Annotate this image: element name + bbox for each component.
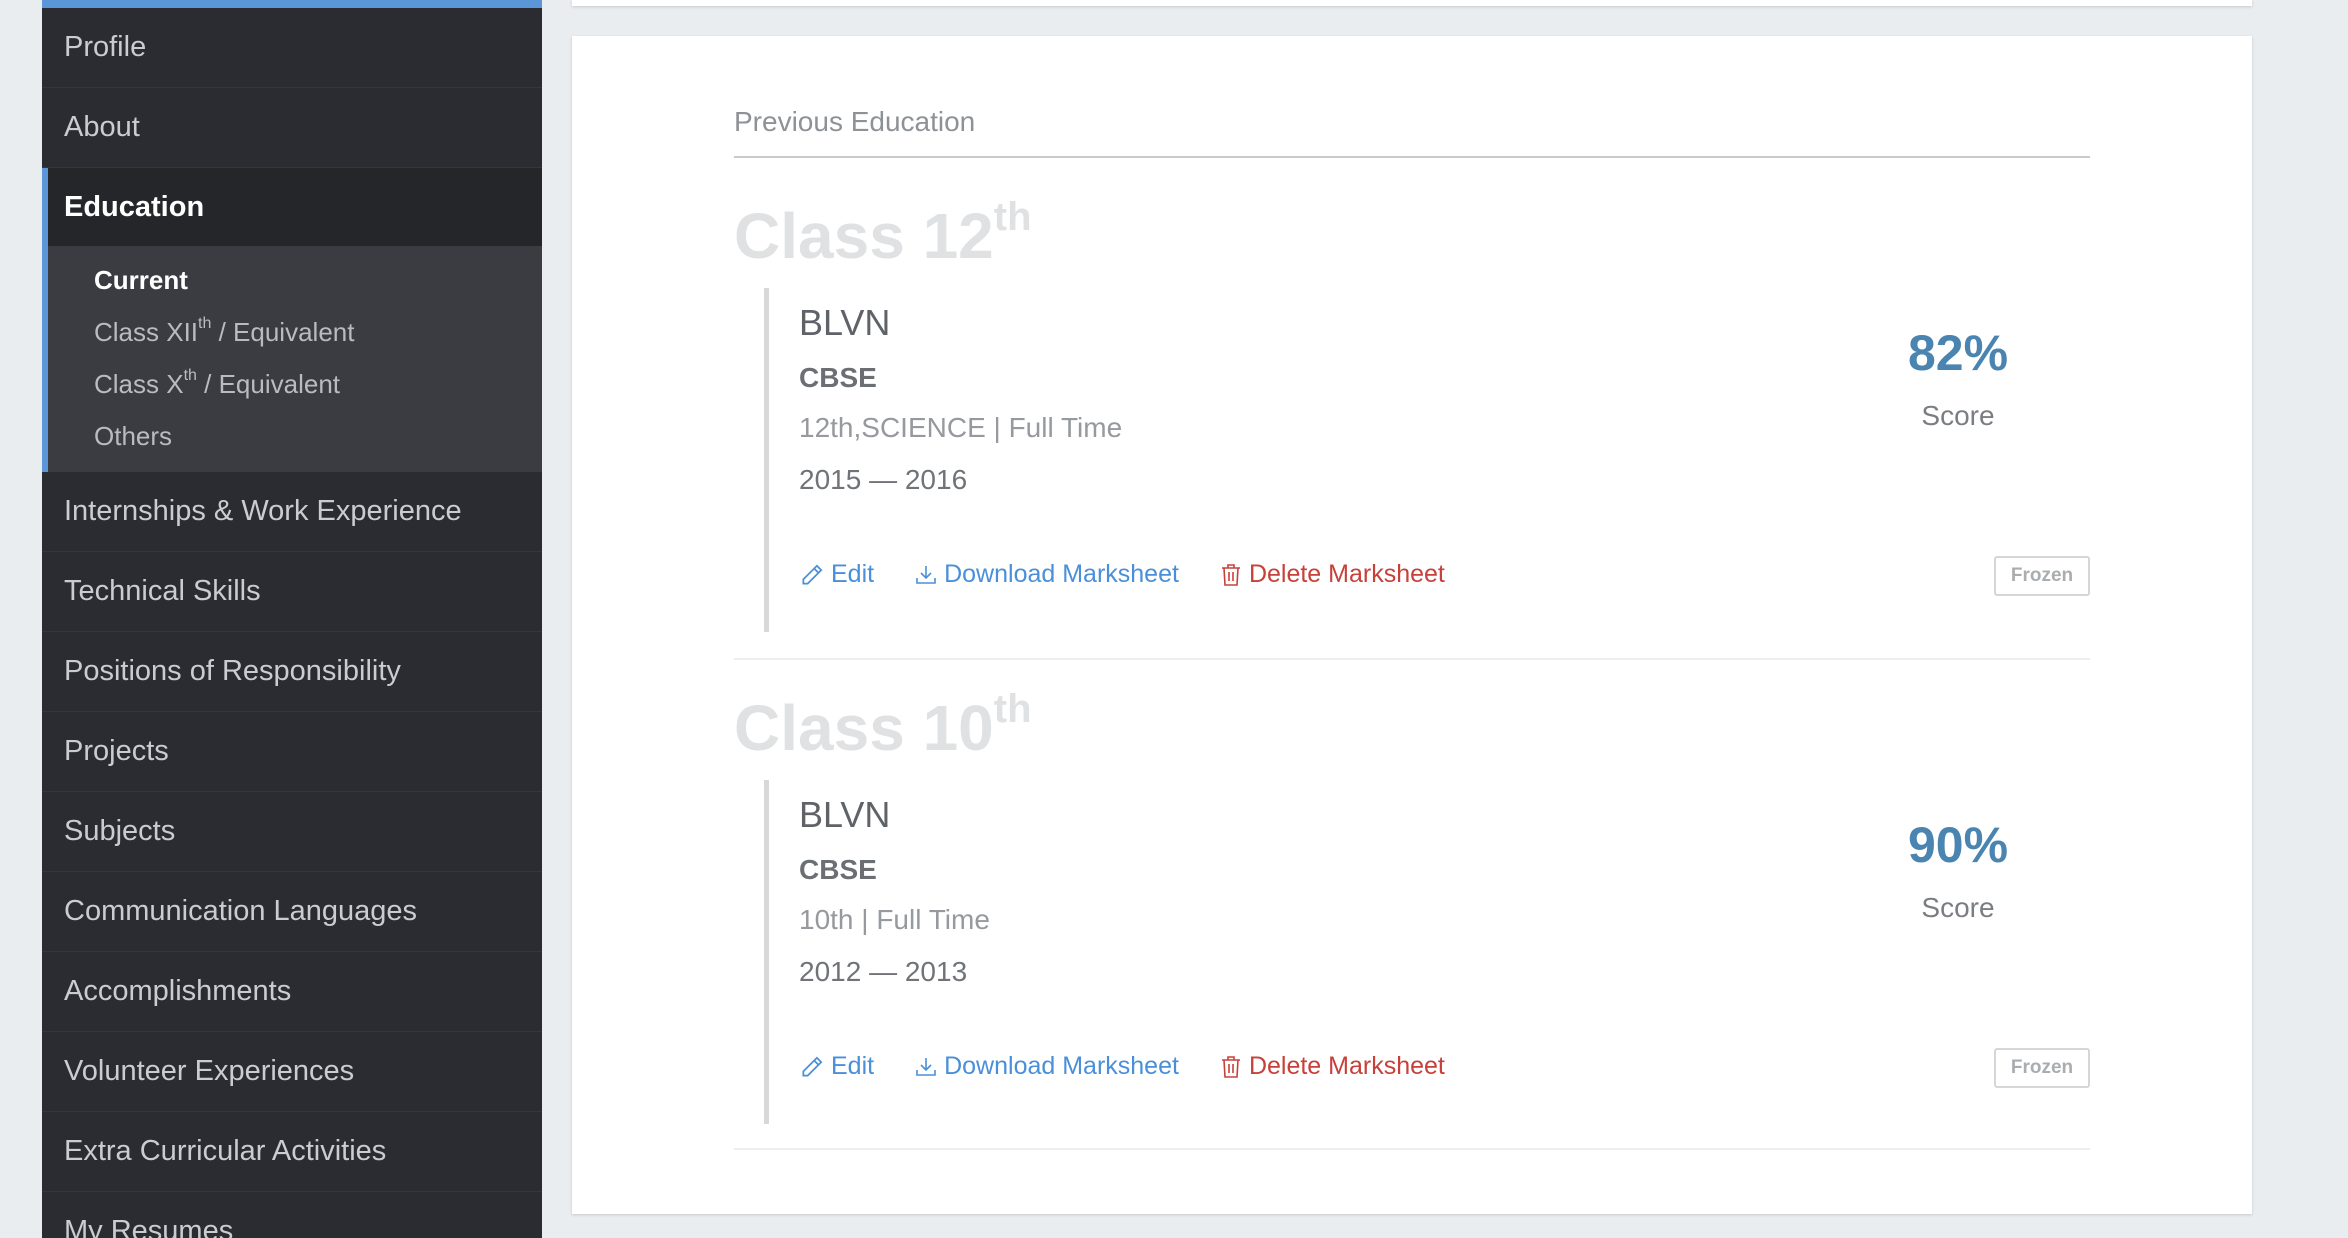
entry-heading-text: Class 10 [734,692,994,764]
sidebar-item-about[interactable]: About [42,88,542,168]
sidebar-item-extracurricular[interactable]: Extra Curricular Activities [42,1112,542,1192]
education-entry: Class 12th BLVN CBSE 12th,SCIENCE | Full… [734,195,2090,696]
subnav-item-suffix: / Equivalent [196,368,341,399]
entry-actions: Edit Download Marksheet Delete Marksheet [799,560,1485,589]
sidebar-item-my-resumes[interactable]: My Resumes [42,1192,542,1238]
sidebar-item-projects[interactable]: Projects [42,712,542,792]
section-title: Previous Education [734,106,2090,158]
edit-button[interactable]: Edit [799,560,874,589]
entry-details: BLVN CBSE 10th | Full Time 2012 — 2013 9… [764,780,2090,1124]
subnav-item-label: Class XII [94,316,199,347]
delete-marksheet-button[interactable]: Delete Marksheet [1219,560,1445,589]
pencil-icon [799,1054,825,1080]
download-label: Download Marksheet [944,560,1179,588]
score-value: 90% [1907,817,2009,873]
institution-name: BLVN [799,794,891,835]
edit-label: Edit [831,1052,875,1080]
institution-name: BLVN [799,302,891,343]
education-entry: Class 10th BLVN CBSE 10th | Full Time 20… [734,687,2090,1188]
entry-heading: Class 10th [734,687,2090,768]
subnav-item-class-xii[interactable]: Class XII th / Equivalent [48,306,542,358]
delete-marksheet-button[interactable]: Delete Marksheet [1219,1052,1445,1081]
board-name: CBSE [799,854,877,885]
download-label: Download Marksheet [944,1052,1179,1080]
download-marksheet-button[interactable]: Download Marksheet [914,1052,1179,1081]
subnav-item-sup: th [183,367,197,384]
score-label: Score [1921,892,1995,923]
download-marksheet-button[interactable]: Download Marksheet [914,560,1179,589]
subnav-item-others[interactable]: Others [48,410,542,462]
sidebar-nav: Profile About Education Current Class XI… [42,8,542,1238]
sidebar-item-profile[interactable]: Profile [42,8,542,88]
board-name: CBSE [799,362,877,393]
score-label: Score [1921,400,1995,431]
frozen-badge: Frozen [1994,556,2090,596]
edit-label: Edit [831,560,875,588]
education-subnav: Current Class XII th / Equivalent Class X… [42,246,542,472]
stream-info: 10th | Full Time [799,904,990,935]
previous-education-card: Previous Education Class 12th BLVN CBSE … [572,36,2252,1214]
edit-button[interactable]: Edit [799,1052,874,1081]
previous-card-edge [572,0,2252,6]
subnav-item-label: Others [94,420,173,451]
entry-heading-text: Class 12 [734,200,994,272]
trash-icon [1219,1054,1243,1080]
score-value: 82% [1907,325,2009,381]
delete-label: Delete Marksheet [1248,560,1445,588]
entry-divider [734,658,2090,660]
subnav-item-class-x[interactable]: Class Xth / Equivalent [48,358,542,410]
sidebar-item-subjects[interactable]: Subjects [42,792,542,872]
entry-heading-sup: th [993,195,1032,239]
sidebar-accent-bar [42,0,542,8]
subnav-item-label: Current [94,264,188,295]
sidebar-item-technical-skills[interactable]: Technical Skills [42,552,542,632]
stream-info: 12th,SCIENCE | Full Time [799,412,1123,443]
sidebar-item-internships[interactable]: Internships & Work Experience [42,472,542,552]
download-icon [914,563,938,587]
delete-label: Delete Marksheet [1248,1052,1445,1080]
sidebar: Profile About Education Current Class XI… [42,0,542,1238]
entry-heading-sup: th [993,687,1032,731]
year-range: 2012 — 2013 [799,956,968,987]
subnav-item-sup: th [198,315,212,332]
entry-heading: Class 12th [734,195,2090,276]
sidebar-item-education[interactable]: Education [42,168,542,246]
entry-details: BLVN CBSE 12th,SCIENCE | Full Time 2015 … [764,288,2090,632]
subnav-item-current[interactable]: Current [48,254,542,306]
sidebar-item-languages[interactable]: Communication Languages [42,872,542,952]
download-icon [914,1055,938,1079]
year-range: 2015 — 2016 [799,464,968,495]
subnav-item-label: Class X [94,368,184,399]
frozen-badge: Frozen [1994,1048,2090,1088]
entry-divider [734,1148,2090,1150]
sidebar-item-accomplishments[interactable]: Accomplishments [42,952,542,1032]
trash-icon [1219,562,1243,588]
sidebar-item-volunteer[interactable]: Volunteer Experiences [42,1032,542,1112]
entry-actions: Edit Download Marksheet Delete Marksheet [799,1052,1485,1081]
subnav-item-suffix: / Equivalent [211,316,355,347]
pencil-icon [799,562,825,588]
sidebar-item-positions[interactable]: Positions of Responsibility [42,632,542,712]
